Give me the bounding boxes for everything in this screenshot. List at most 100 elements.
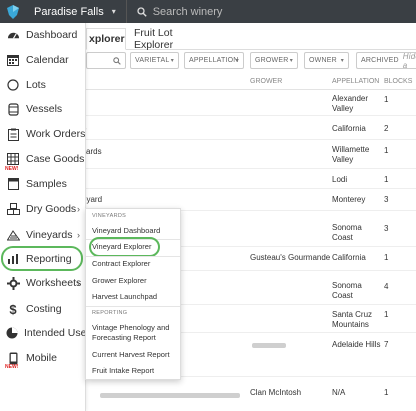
menu-item-vintage-phenology-report[interactable]: Vintage Phenology and bbox=[92, 323, 169, 333]
blurred-text bbox=[252, 341, 286, 350]
calendar-icon bbox=[6, 53, 20, 67]
row-appellation: Lodi bbox=[332, 175, 348, 184]
chevron-right-icon: › bbox=[77, 278, 80, 288]
sidebar-item-worksheets[interactable]: Worksheets › bbox=[0, 271, 86, 295]
row-blocks: 1 bbox=[384, 388, 389, 397]
row-blocks: 2 bbox=[384, 124, 389, 133]
column-header-grower[interactable]: GROWER bbox=[250, 78, 282, 85]
row-blocks: 1 bbox=[384, 253, 389, 262]
chevron-down-icon: ▾ bbox=[289, 58, 293, 64]
menu-item-vintage-phenology-report-line2[interactable]: Forecasting Report bbox=[92, 333, 156, 343]
row-blocks: 1 bbox=[384, 175, 389, 184]
table-row[interactable]: Alexander Valley 1 bbox=[86, 90, 416, 116]
sidebar-item-dashboard[interactable]: Dashboard bbox=[0, 23, 86, 47]
chevron-down-icon: ▾ bbox=[111, 7, 116, 16]
menu-section-reporting: REPORTING bbox=[92, 310, 128, 316]
worksheets-icon bbox=[6, 276, 20, 290]
row-appellation: Sonoma Coast bbox=[332, 223, 362, 242]
row-blocks: 3 bbox=[384, 195, 389, 204]
row-grower: Gusteau's Gourmande bbox=[250, 253, 331, 262]
column-header-blocks[interactable]: BLOCKS bbox=[384, 78, 412, 85]
archived-filter-value: Hide a bbox=[402, 51, 416, 70]
sidebar-item-dry-goods[interactable]: Dry Goods › bbox=[0, 197, 86, 221]
appellation-filter[interactable]: APPELLATION ▾ bbox=[184, 52, 244, 69]
sidebar-item-label: Worksheets bbox=[26, 277, 82, 289]
search-bar[interactable]: Search winery bbox=[127, 6, 223, 18]
sidebar-item-costing[interactable]: $ Costing bbox=[0, 297, 86, 321]
column-header-appellation[interactable]: APPELLATION bbox=[332, 78, 379, 85]
menu-item-vineyard-dashboard[interactable]: Vineyard Dashboard bbox=[92, 226, 160, 236]
sidebar-item-label: Vineyards bbox=[26, 229, 73, 241]
explorer-tabs: xplorer Fruit Lot Explorer bbox=[86, 27, 416, 51]
row-blocks: 4 bbox=[384, 282, 389, 291]
row-blocks: 1 bbox=[384, 95, 389, 104]
table-header: GROWER APPELLATION BLOCKS bbox=[86, 76, 416, 90]
menu-item-grower-explorer[interactable]: Grower Explorer bbox=[92, 276, 147, 286]
sidebar-item-label: Case Goods bbox=[26, 153, 85, 165]
row-appellation: Santa Cruz Mountains bbox=[332, 310, 373, 329]
sidebar-item-intended-use[interactable]: Intended Use bbox=[0, 321, 86, 345]
search-icon bbox=[137, 6, 147, 17]
sidebar-item-vineyards[interactable]: Vineyards › bbox=[0, 223, 86, 247]
owner-filter-label: OWNER bbox=[309, 57, 337, 64]
sidebar-item-label: Vessels bbox=[26, 103, 63, 115]
sidebar-item-vessels[interactable]: Vessels bbox=[0, 97, 86, 121]
menu-item-harvest-launchpad[interactable]: Harvest Launchpad bbox=[92, 292, 157, 302]
row-appellation: Sonoma Coast bbox=[332, 281, 362, 300]
sidebar-item-samples[interactable]: Samples bbox=[0, 172, 86, 196]
name-search-input[interactable] bbox=[86, 52, 126, 69]
table-row[interactable]: Lodi 1 bbox=[86, 169, 416, 189]
row-appellation: Alexander Valley bbox=[332, 94, 369, 113]
row-blocks: 1 bbox=[384, 310, 389, 319]
sidebar: Dashboard Calendar Lots Vessels Work Ord… bbox=[0, 23, 86, 411]
sidebar-item-label: Lots bbox=[26, 79, 46, 91]
samples-icon bbox=[6, 177, 20, 191]
grower-filter[interactable]: GROWER ▾ bbox=[250, 52, 298, 69]
table-row[interactable]: Clan McIntosh N/A 1 bbox=[86, 377, 416, 411]
menu-divider bbox=[86, 306, 180, 307]
menu-item-fruit-intake-report[interactable]: Fruit Intake Report bbox=[92, 366, 154, 376]
winery-selector[interactable]: Paradise Falls ▾ bbox=[26, 0, 127, 23]
tab-fruit-lot-explorer[interactable]: Fruit Lot Explorer bbox=[134, 27, 214, 51]
sidebar-item-calendar[interactable]: Calendar bbox=[0, 48, 86, 72]
sidebar-item-label: Dashboard bbox=[26, 29, 78, 41]
sidebar-item-case-goods[interactable]: Case Goods NEW! bbox=[0, 147, 86, 172]
varietal-filter[interactable]: VARIETAL ▾ bbox=[130, 52, 179, 69]
sidebar-item-label: Work Orders bbox=[26, 128, 86, 140]
sidebar-item-label: Samples bbox=[26, 178, 67, 190]
table-row[interactable]: ards Willamette Valley 1 bbox=[86, 140, 416, 169]
menu-divider bbox=[86, 256, 180, 257]
menu-item-vineyard-explorer[interactable]: Vineyard Explorer bbox=[92, 242, 151, 252]
menu-item-current-harvest-report[interactable]: Current Harvest Report bbox=[92, 350, 170, 360]
chevron-right-icon: › bbox=[77, 204, 80, 214]
chevron-down-icon: ▾ bbox=[340, 58, 344, 64]
dollar-icon: $ bbox=[9, 301, 17, 317]
vineyards-highlight-ring bbox=[1, 246, 83, 271]
sidebar-item-mobile[interactable]: Mobile NEW! bbox=[0, 346, 86, 370]
tab-vineyard-explorer[interactable]: xplorer bbox=[86, 28, 126, 50]
app-logo-icon[interactable] bbox=[0, 0, 26, 23]
table-row[interactable]: o California 2 bbox=[82, 116, 416, 140]
chevron-right-icon: › bbox=[77, 230, 80, 240]
sidebar-item-lots[interactable]: Lots bbox=[0, 73, 86, 97]
new-badge: NEW! bbox=[5, 364, 19, 370]
search-input[interactable]: Search winery bbox=[153, 6, 223, 18]
row-appellation: California bbox=[332, 124, 366, 133]
winery-name: Paradise Falls bbox=[34, 5, 104, 18]
sidebar-item-label: Calendar bbox=[26, 54, 69, 66]
varietal-filter-label: VARIETAL bbox=[135, 57, 170, 64]
pie-chart-icon bbox=[6, 326, 18, 340]
sidebar-item-work-orders[interactable]: Work Orders bbox=[0, 122, 86, 146]
top-bar: Paradise Falls ▾ Search winery bbox=[0, 0, 416, 23]
grower-filter-label: GROWER bbox=[255, 57, 289, 64]
row-appellation: Willamette Valley bbox=[332, 145, 370, 164]
vineyards-menu: VINEYARDS Vineyard Dashboard Vineyard Ex… bbox=[85, 208, 181, 380]
menu-item-contract-explorer[interactable]: Contract Explorer bbox=[92, 259, 150, 269]
filter-row: VARIETAL ▾ APPELLATION ▾ GROWER ▾ OWNER … bbox=[86, 52, 416, 70]
owner-filter[interactable]: OWNER ▾ bbox=[304, 52, 349, 69]
sidebar-item-label: Intended Use bbox=[24, 327, 87, 339]
work-orders-icon bbox=[6, 127, 20, 141]
sidebar-item-label: Costing bbox=[26, 303, 62, 315]
menu-section-vineyards: VINEYARDS bbox=[92, 213, 127, 219]
archived-filter[interactable]: ARCHIVED Hide a bbox=[356, 51, 416, 70]
